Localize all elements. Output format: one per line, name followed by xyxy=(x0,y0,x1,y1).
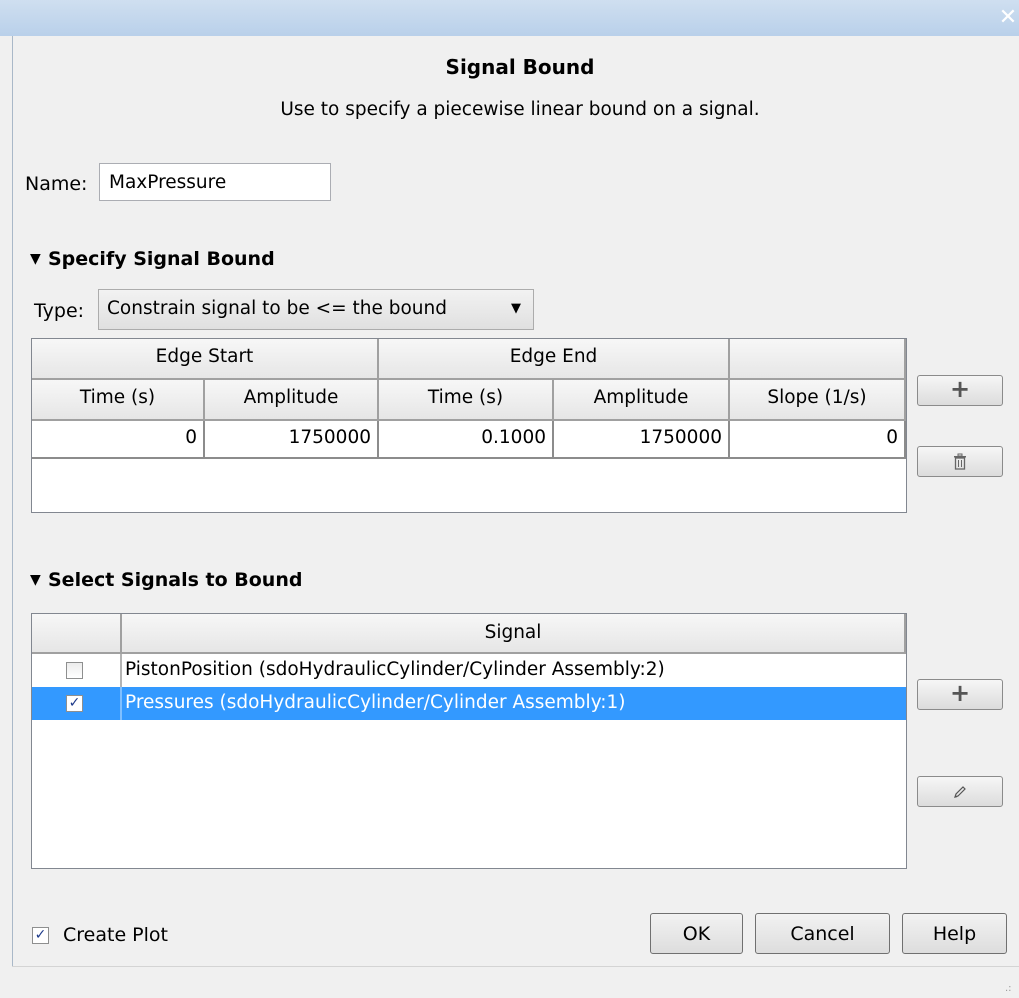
plus-icon: + xyxy=(949,375,971,403)
group-header-edge-start: Edge Start xyxy=(32,339,379,380)
trash-icon xyxy=(954,453,966,470)
col-header-start-time[interactable]: Time (s) xyxy=(32,380,205,421)
edit-signal-button[interactable] xyxy=(917,776,1003,807)
status-bar: .: xyxy=(12,966,1019,998)
signal-name: PistonPosition (sdoHydraulicCylinder/Cyl… xyxy=(125,659,665,680)
bound-table[interactable]: Edge Start Edge End Time (s) Amplitude T… xyxy=(31,338,907,513)
create-plot-checkbox[interactable]: ✓ xyxy=(32,927,49,944)
specify-section-title: Specify Signal Bound xyxy=(48,248,275,270)
type-label: Type: xyxy=(34,300,85,322)
create-plot-label[interactable]: Create Plot xyxy=(63,924,168,946)
name-input[interactable]: MaxPressure xyxy=(99,163,331,201)
name-label: Name: xyxy=(25,173,88,195)
cancel-button[interactable]: Cancel xyxy=(755,913,890,954)
col-header-end-time[interactable]: Time (s) xyxy=(379,380,554,421)
col-header-check[interactable] xyxy=(32,614,122,654)
type-dropdown-value: Constrain signal to be <= the bound xyxy=(107,298,447,319)
cell-start-time[interactable]: 0 xyxy=(32,421,205,459)
col-header-slope[interactable]: Slope (1/s) xyxy=(730,380,906,421)
collapse-triangle-icon: ▼ xyxy=(30,572,41,588)
cell-end-time[interactable]: 0.1000 xyxy=(379,421,554,459)
signal-checkbox-checked[interactable]: ✓ xyxy=(66,695,83,712)
group-header-edge-end: Edge End xyxy=(379,339,730,380)
add-signal-button[interactable]: + xyxy=(917,679,1003,710)
group-header-blank xyxy=(730,339,906,380)
window-border xyxy=(12,36,13,997)
dialog-title: Signal Bound xyxy=(445,55,595,79)
ok-button[interactable]: OK xyxy=(650,913,743,954)
select-section-header[interactable]: ▼ Select Signals to Bound xyxy=(30,569,302,591)
signal-checkbox[interactable] xyxy=(66,662,83,679)
col-header-signal[interactable]: Signal xyxy=(122,614,906,654)
cell-start-amplitude[interactable]: 1750000 xyxy=(205,421,379,459)
signal-row-selected[interactable]: ✓ Pressures (sdoHydraulicCylinder/Cylind… xyxy=(32,687,906,720)
col-header-start-amplitude[interactable]: Amplitude xyxy=(205,380,379,421)
title-bar: ✕ xyxy=(0,0,1019,36)
pencil-icon xyxy=(954,786,966,798)
delete-edge-button[interactable] xyxy=(917,446,1003,477)
signal-check-cell: ✓ xyxy=(32,687,122,720)
cell-end-amplitude[interactable]: 1750000 xyxy=(554,421,730,459)
plus-icon: + xyxy=(949,679,971,707)
signals-table[interactable]: Signal PistonPosition (sdoHydraulicCylin… xyxy=(31,613,907,869)
close-icon[interactable]: ✕ xyxy=(997,6,1019,30)
type-dropdown[interactable]: Constrain signal to be <= the bound ▼ xyxy=(98,289,534,330)
resize-grip-icon[interactable]: .: xyxy=(1005,984,1015,994)
select-section-title: Select Signals to Bound xyxy=(48,569,303,591)
col-header-end-amplitude[interactable]: Amplitude xyxy=(554,380,730,421)
cell-slope[interactable]: 0 xyxy=(730,421,906,459)
signal-check-cell xyxy=(32,654,122,687)
signal-name: Pressures (sdoHydraulicCylinder/Cylinder… xyxy=(125,692,626,713)
specify-section-header[interactable]: ▼ Specify Signal Bound xyxy=(30,248,275,270)
dialog-subtitle: Use to specify a piecewise linear bound … xyxy=(280,99,760,120)
add-edge-button[interactable]: + xyxy=(917,375,1003,406)
collapse-triangle-icon: ▼ xyxy=(30,251,41,267)
help-button[interactable]: Help xyxy=(902,913,1007,954)
dropdown-arrow-icon: ▼ xyxy=(511,301,521,316)
signal-row[interactable]: PistonPosition (sdoHydraulicCylinder/Cyl… xyxy=(32,654,906,687)
